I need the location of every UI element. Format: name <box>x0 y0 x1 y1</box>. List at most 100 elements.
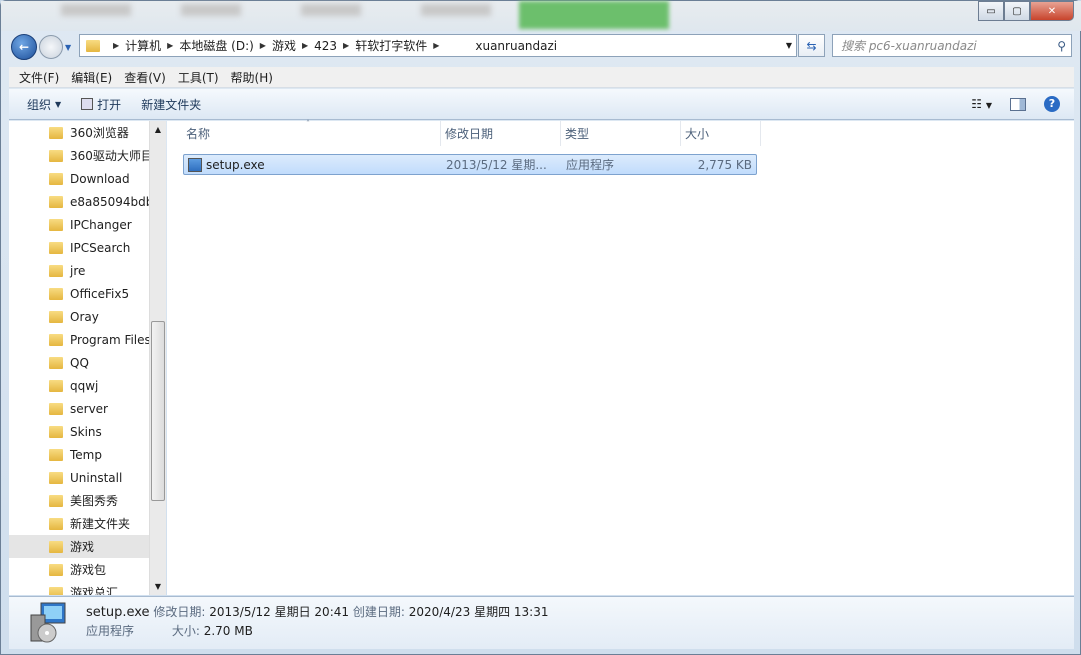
arrow-left-icon: ← <box>18 40 30 54</box>
size-value: 2.70 MB <box>203 624 253 638</box>
maximize-button[interactable]: ▢ <box>1004 1 1030 21</box>
folder-icon <box>49 149 63 162</box>
close-button[interactable]: ✕ <box>1030 1 1074 21</box>
refresh-button[interactable]: ⇆ <box>798 34 825 57</box>
sidebar-item-label: Download <box>70 171 130 186</box>
folder-icon <box>49 586 63 595</box>
sidebar-item-label: Uninstall <box>70 470 123 485</box>
preview-pane-icon[interactable] <box>1010 97 1026 111</box>
sidebar-item-label: Temp <box>70 447 102 462</box>
sidebar-item[interactable]: Oray <box>9 305 149 328</box>
sidebar-item[interactable]: 游戏 <box>9 535 149 558</box>
sidebar-item-label: 360驱动大师目 <box>70 149 149 163</box>
sidebar-item[interactable]: QQ <box>9 351 149 374</box>
column-type[interactable]: 类型 <box>561 121 681 146</box>
sidebar-item[interactable]: Uninstall <box>9 466 149 489</box>
folder-icon <box>49 402 63 415</box>
minimize-button[interactable]: ▭ <box>978 1 1004 21</box>
sidebar-item-label: 游戏总汇 <box>70 586 119 595</box>
view-options-icon[interactable]: ☷ ▼ <box>971 97 992 111</box>
column-name[interactable]: 名称 <box>182 121 441 146</box>
menu-file[interactable]: 文件(F) <box>19 69 59 86</box>
sidebar-item[interactable]: 游戏包 <box>9 558 149 581</box>
file-list: ˄ 名称 修改日期 类型 大小 setup.exe 2013/5/12 星期..… <box>167 119 1074 595</box>
sidebar-item[interactable]: 美图秀秀 <box>9 489 149 512</box>
sidebar-item[interactable]: Download <box>9 167 149 190</box>
program-icon <box>81 98 94 110</box>
sidebar-item-label: qqwj <box>70 378 99 393</box>
sidebar-item[interactable]: 360驱动大师目 <box>9 144 149 167</box>
folder-icon <box>49 333 63 346</box>
sidebar-item[interactable]: IPChanger <box>9 213 149 236</box>
sidebar-item[interactable]: 新建文件夹 <box>9 512 149 535</box>
menu-edit[interactable]: 编辑(E) <box>71 69 112 86</box>
breadcrumb-computer[interactable]: 计算机 <box>125 37 161 54</box>
toolbar: 组织 ▼ 打开 新建文件夹 ☷ ▼ ? <box>9 89 1074 120</box>
sidebar-item[interactable]: qqwj <box>9 374 149 397</box>
sidebar-item-label: 游戏 <box>70 540 95 554</box>
breadcrumb-games[interactable]: 游戏 <box>272 37 296 54</box>
folder-icon <box>49 126 63 139</box>
organize-button[interactable]: 组织 ▼ <box>17 96 71 113</box>
file-name: setup.exe <box>206 157 265 172</box>
sidebar-item[interactable]: OfficeFix5 <box>9 282 149 305</box>
folder-icon <box>49 563 63 576</box>
created-value: 2020/4/23 星期四 13:31 <box>408 605 549 619</box>
address-bar[interactable]: ▶ 计算机 ▶ 本地磁盘 (D:) ▶ 游戏 ▶ 423 ▶ 轩软打字软件 ▶ xuanru… <box>79 34 797 57</box>
installer-large-icon <box>30 602 66 643</box>
folder-icon <box>49 448 63 461</box>
folder-icon <box>49 471 63 484</box>
sidebar-scrollbar[interactable]: ▲ ▼ <box>149 121 166 595</box>
sidebar-item-label: 新建文件夹 <box>70 517 131 531</box>
size-label: 大小: <box>171 624 200 638</box>
sidebar-item[interactable]: server <box>9 397 149 420</box>
background-page <box>1 1 1081 31</box>
folder-icon <box>49 517 63 530</box>
folder-icon <box>49 218 63 231</box>
address-dropdown-icon[interactable]: ▼ <box>786 41 792 50</box>
breadcrumb-drive[interactable]: 本地磁盘 (D:) <box>179 37 253 54</box>
search-input[interactable]: 搜索 pc6-xuanruandazi ⚲ <box>832 34 1072 57</box>
menu-tools[interactable]: 工具(T) <box>178 69 219 86</box>
sidebar-item-label: IPCSearch <box>70 240 131 255</box>
sidebar-item[interactable]: Temp <box>9 443 149 466</box>
open-button[interactable]: 打开 <box>71 96 131 113</box>
installer-icon <box>188 157 202 172</box>
sidebar-item[interactable]: 游戏总汇 <box>9 581 149 595</box>
sidebar-item[interactable]: IPCSearch <box>9 236 149 259</box>
open-label: 打开 <box>97 97 122 112</box>
folder-icon <box>49 540 63 553</box>
chevron-down-icon: ▼ <box>55 99 62 109</box>
breadcrumb-423[interactable]: 423 <box>314 39 337 53</box>
folder-icon <box>49 356 63 369</box>
scroll-down-icon[interactable]: ▼ <box>150 582 166 591</box>
recent-dropdown-icon[interactable]: ▼ <box>65 43 71 52</box>
details-file-name: setup.exe <box>86 605 150 620</box>
file-row[interactable]: setup.exe 2013/5/12 星期... 应用程序 2,775 KB <box>183 154 757 175</box>
sidebar-item[interactable]: Program Files <box>9 328 149 351</box>
folder-icon <box>49 241 63 254</box>
menu-help[interactable]: 帮助(H) <box>231 69 273 86</box>
column-size[interactable]: 大小 <box>681 121 761 146</box>
back-button[interactable]: ← <box>11 34 37 60</box>
menu-bar: 文件(F) 编辑(E) 查看(V) 工具(T) 帮助(H) <box>9 67 1074 88</box>
sidebar-item-label: 美图秀秀 <box>70 494 119 508</box>
scroll-thumb[interactable] <box>151 321 165 501</box>
folder-icon <box>49 494 63 507</box>
breadcrumb-current[interactable]: xuanruandazi <box>475 39 557 53</box>
scroll-up-icon[interactable]: ▲ <box>150 125 166 134</box>
help-icon[interactable]: ? <box>1044 96 1060 112</box>
new-folder-button[interactable]: 新建文件夹 <box>131 96 211 113</box>
sidebar-item[interactable]: jre <box>9 259 149 282</box>
sidebar-item[interactable]: 360浏览器 <box>9 121 149 144</box>
column-date[interactable]: 修改日期 <box>441 121 561 146</box>
sidebar-item[interactable]: e8a85094bdb <box>9 190 149 213</box>
sidebar-item-label: OfficeFix5 <box>70 286 130 301</box>
breadcrumb-typing[interactable]: 轩软打字软件 <box>355 37 427 54</box>
folder-icon <box>86 39 100 52</box>
menu-view[interactable]: 查看(V) <box>124 69 166 86</box>
sidebar-item-label: e8a85094bdb <box>70 194 149 209</box>
folder-icon <box>49 172 63 185</box>
sidebar-item[interactable]: Skins <box>9 420 149 443</box>
forward-button[interactable] <box>39 35 63 59</box>
